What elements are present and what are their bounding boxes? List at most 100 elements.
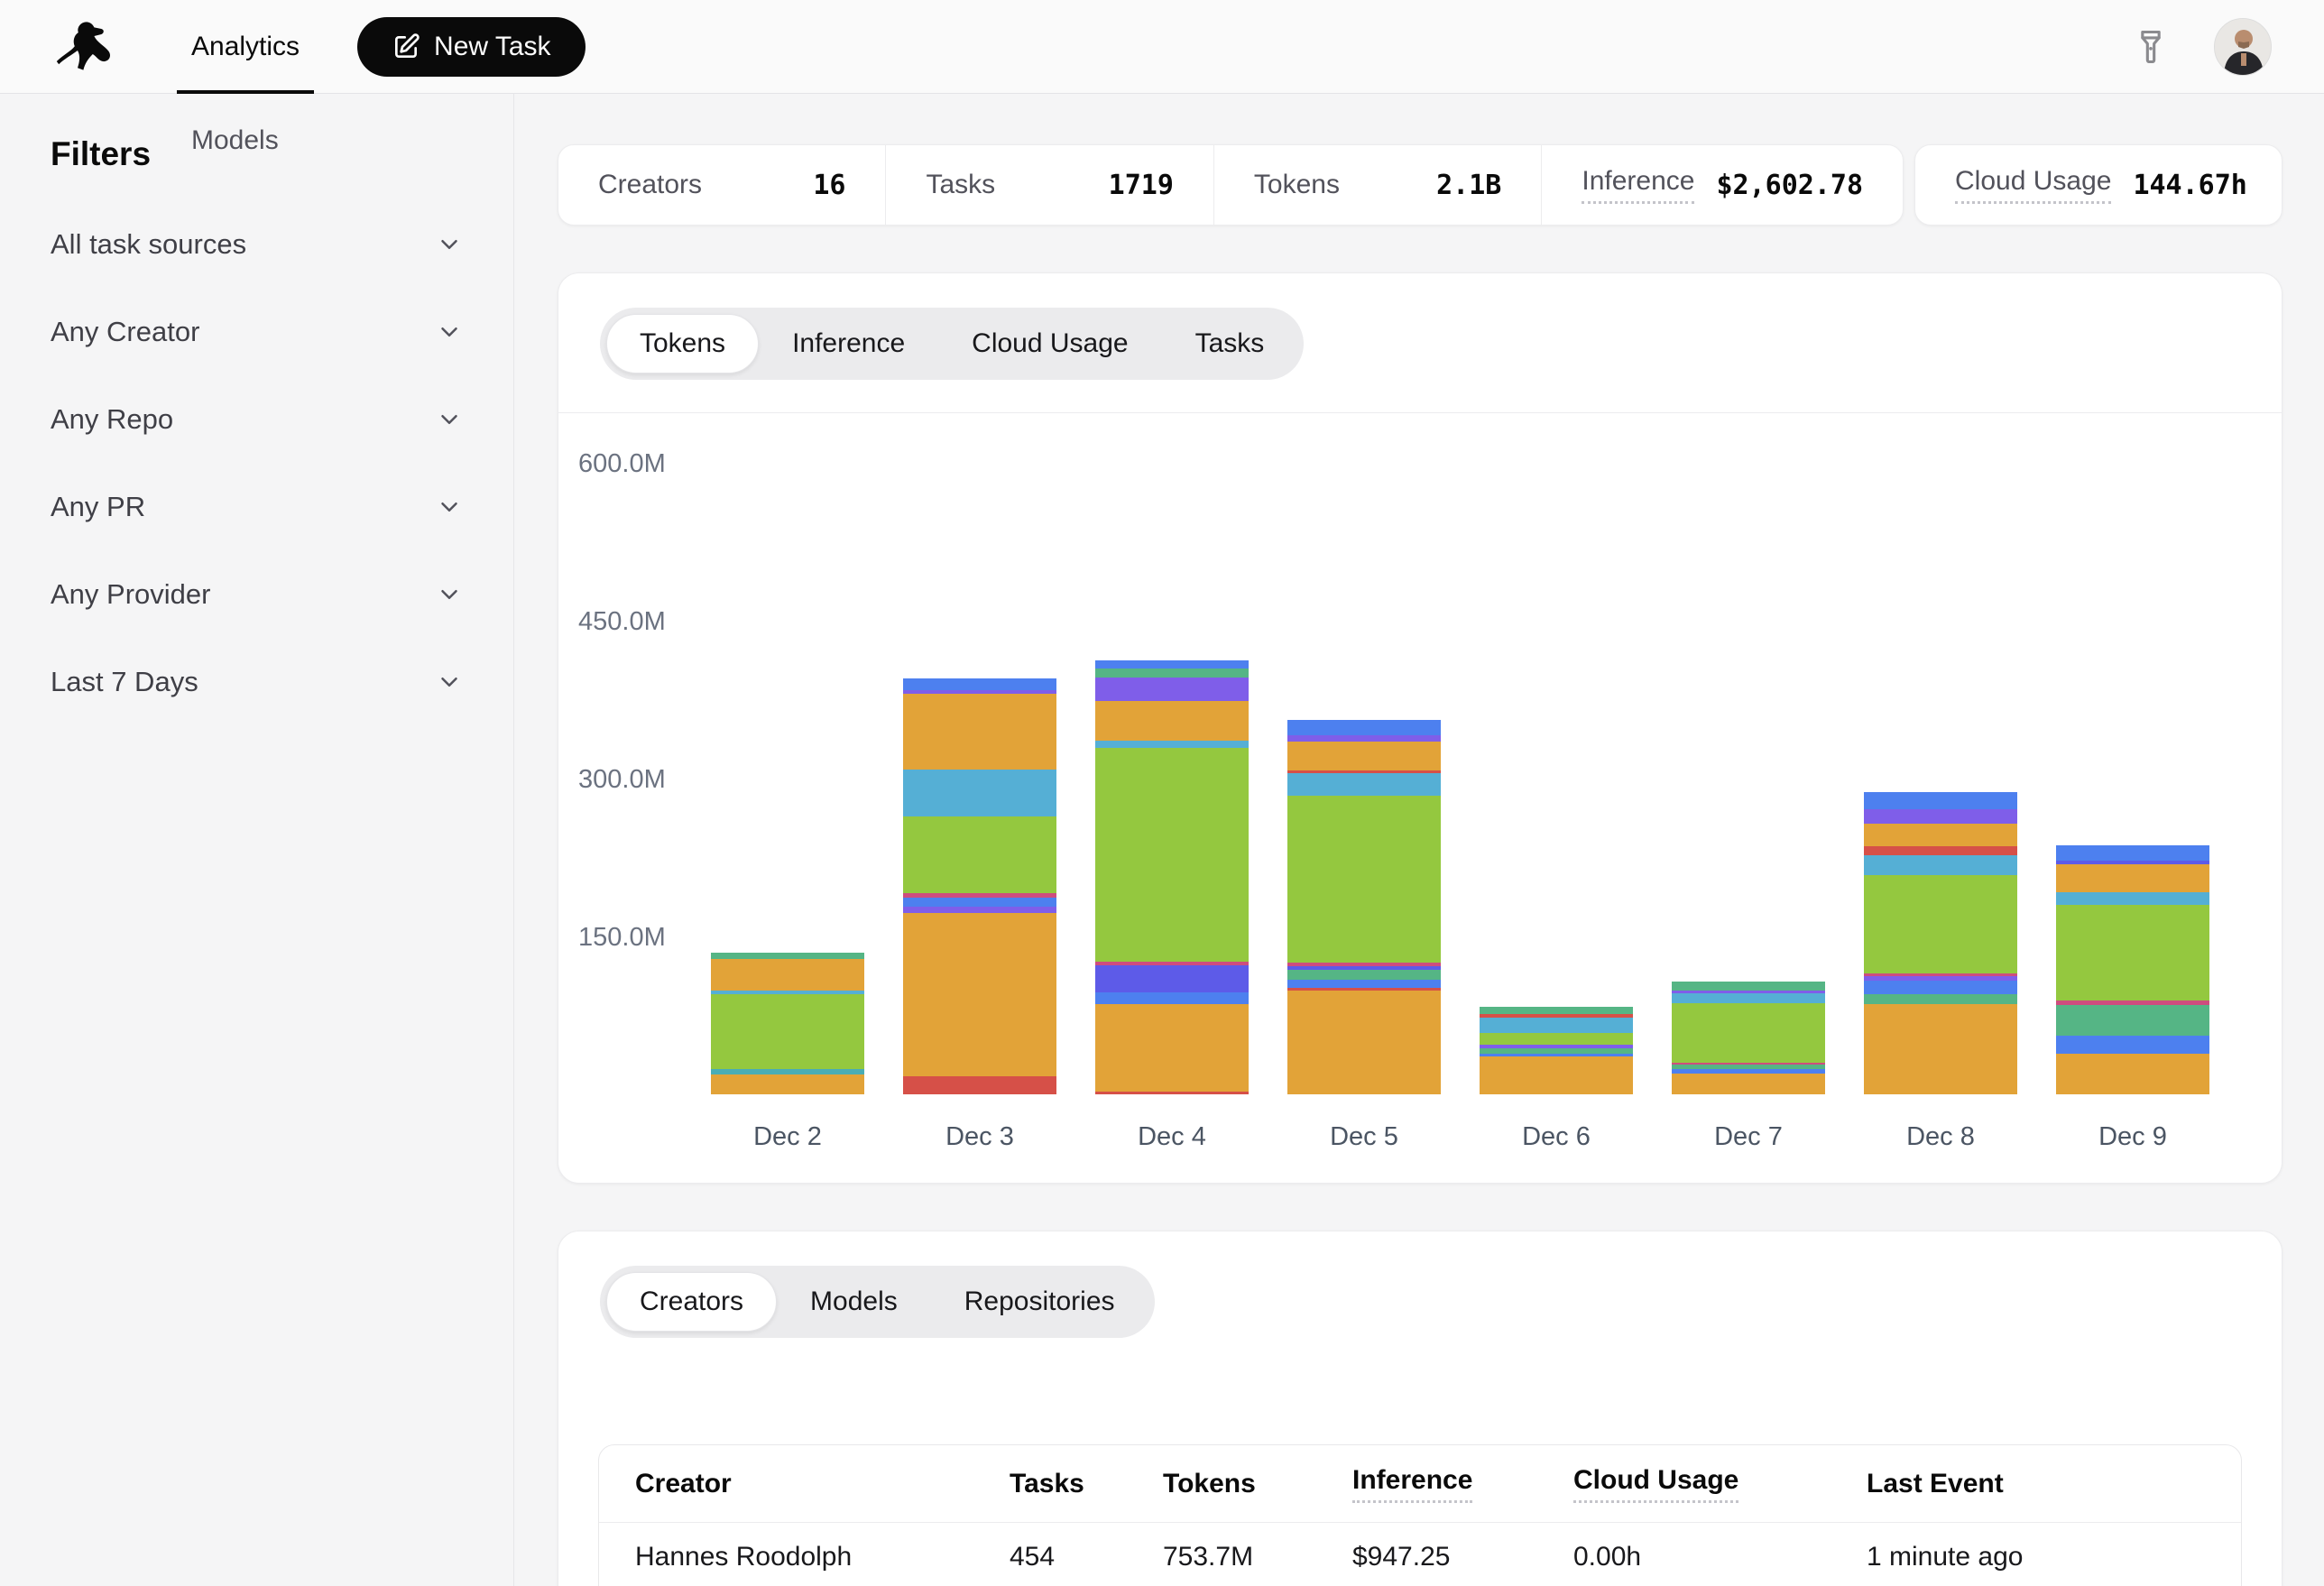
- chevron-down-icon: [436, 581, 463, 608]
- user-avatar[interactable]: [2214, 18, 2272, 76]
- bar-segment-seagreen: [1864, 994, 2017, 1004]
- x-axis-label: Dec 5: [1287, 1122, 1441, 1152]
- bar-dec-9[interactable]: [2056, 845, 2209, 1094]
- breakdown-card: CreatorsModelsRepositories CreatorTasksT…: [558, 1231, 2282, 1586]
- cell-tokens: 753.7M: [1163, 1542, 1352, 1572]
- x-axis-label: Dec 9: [2056, 1122, 2209, 1152]
- bar-segment-orange: [1095, 1004, 1249, 1092]
- filter-dropdown-4[interactable]: Any Provider: [51, 550, 463, 638]
- stacked-bar-chart: 600.0M450.0M300.0M150.0MDec 2Dec 3Dec 4D…: [558, 413, 2282, 1184]
- chart-tab-tokens[interactable]: Tokens: [606, 314, 759, 373]
- cell-creator: Hannes Roodolph: [635, 1542, 1010, 1572]
- bar-dec-4[interactable]: [1095, 660, 1249, 1094]
- flashlight-icon[interactable]: [2131, 27, 2171, 67]
- x-axis-label: Dec 8: [1864, 1122, 2017, 1152]
- column-header-tasks: Tasks: [1010, 1469, 1163, 1499]
- bar-segment-royalblue: [2056, 1036, 2209, 1054]
- nav-item-analytics[interactable]: Analytics: [191, 0, 300, 94]
- bar-segment-seagreen: [711, 953, 864, 959]
- y-axis-tick: 600.0M: [578, 448, 666, 479]
- bar-segment-green: [1095, 748, 1249, 962]
- table-row-0[interactable]: Hannes Roodolph454753.7M$947.250.00h1 mi…: [599, 1523, 2241, 1586]
- column-header-cloud-usage[interactable]: Cloud Usage: [1573, 1465, 1867, 1503]
- bar-segment-violet: [1864, 809, 2017, 824]
- stat-label[interactable]: Inference: [1582, 166, 1694, 204]
- main-content: Creators16Tasks1719Tokens2.1BInference$2…: [514, 94, 2324, 1586]
- bar-segment-orange: [903, 694, 1056, 770]
- bar-segment-orange: [2056, 1054, 2209, 1095]
- bar-segment-seagreen: [1480, 1007, 1633, 1014]
- bar-segment-skyblue: [1672, 993, 1825, 1003]
- bar-segment-royalblue: [1287, 980, 1441, 988]
- bar-dec-5[interactable]: [1287, 720, 1441, 1094]
- bar-segment-skyblue: [903, 770, 1056, 817]
- table-tab-creators[interactable]: Creators: [606, 1272, 777, 1332]
- column-header-label: Cloud Usage: [1573, 1465, 1738, 1503]
- bar-segment-violet: [1287, 735, 1441, 742]
- new-task-button[interactable]: New Task: [357, 17, 586, 77]
- stat-value: $2,602.78: [1716, 170, 1863, 201]
- filter-dropdown-2[interactable]: Any Repo: [51, 375, 463, 463]
- bar-segment-orange: [903, 913, 1056, 1076]
- bar-dec-2[interactable]: [711, 953, 864, 1094]
- stat-cloud-usage: Cloud Usage 144.67h: [1915, 145, 2282, 225]
- bar-segment-skyblue: [1287, 773, 1441, 796]
- bar-segment-orange: [1095, 701, 1249, 741]
- bar-segment-red: [1864, 846, 2017, 856]
- chart-tab-cloud-usage[interactable]: Cloud Usage: [938, 314, 1161, 373]
- bar-segment-skyblue: [2056, 892, 2209, 905]
- chart-tabs-row: TokensInferenceCloud UsageTasks: [558, 273, 2282, 413]
- stats-card-secondary: Cloud Usage 144.67h: [1914, 144, 2282, 226]
- bar-segment-seagreen: [1095, 669, 1249, 678]
- kangaroo-logo[interactable]: [52, 16, 139, 78]
- bar-segment-orange: [711, 959, 864, 991]
- bar-segment-royalblue: [1864, 792, 2017, 809]
- filters-sidebar: Filters All task sourcesAny CreatorAny R…: [0, 94, 514, 1586]
- bar-dec-7[interactable]: [1672, 982, 1825, 1094]
- bar-dec-6[interactable]: [1480, 1007, 1633, 1094]
- filter-dropdown-1[interactable]: Any Creator: [51, 288, 463, 375]
- x-axis-label: Dec 4: [1095, 1122, 1249, 1152]
- stat-value: 144.67h: [2133, 170, 2246, 201]
- bar-segment-skyblue: [1095, 741, 1249, 748]
- bar-segment-indigo: [1095, 965, 1249, 992]
- stat-inference: Inference $2,602.78: [1541, 145, 1903, 225]
- table-tabs: CreatorsModelsRepositories: [600, 1266, 1155, 1338]
- stat-value: 1719: [1109, 170, 1174, 201]
- filter-label: Any Repo: [51, 403, 173, 436]
- bar-segment-royalblue: [1864, 981, 2017, 994]
- stat-label: Tasks: [926, 170, 995, 200]
- table-header-row: CreatorTasksTokensInference Cloud Usage La…: [599, 1445, 2241, 1523]
- stat-label: Creators: [598, 170, 702, 200]
- usage-chart-card: TokensInferenceCloud UsageTasks 600.0M45…: [558, 272, 2282, 1184]
- edit-square-icon: [392, 32, 420, 61]
- chart-tab-tasks[interactable]: Tasks: [1162, 314, 1298, 373]
- column-header-tokens: Tokens: [1163, 1469, 1352, 1499]
- x-axis-label: Dec 3: [903, 1122, 1056, 1152]
- table-tab-repositories[interactable]: Repositories: [931, 1272, 1148, 1332]
- stat-label: Tokens: [1254, 170, 1340, 200]
- bar-dec-8[interactable]: [1864, 792, 2017, 1094]
- nav-item-models[interactable]: Models: [191, 94, 300, 188]
- cell-cloud_usage: 0.00h: [1573, 1542, 1867, 1572]
- bar-segment-violet: [1095, 678, 1249, 701]
- x-axis-label: Dec 7: [1672, 1122, 1825, 1152]
- table-tabs-row: CreatorsModelsRepositories: [598, 1231, 2242, 1370]
- filter-list: All task sourcesAny Creator Any Repo Any P…: [51, 200, 463, 725]
- column-header-label: Inference: [1352, 1465, 1472, 1503]
- column-header-creator: Creator: [635, 1469, 1010, 1499]
- table-tab-models[interactable]: Models: [777, 1272, 931, 1332]
- filter-dropdown-3[interactable]: Any PR: [51, 463, 463, 550]
- filter-dropdown-0[interactable]: All task sources: [51, 200, 463, 288]
- x-axis-label: Dec 2: [711, 1122, 864, 1152]
- filter-dropdown-5[interactable]: Last 7 Days: [51, 638, 463, 725]
- stat-label[interactable]: Cloud Usage: [1955, 166, 2111, 204]
- chevron-down-icon: [436, 318, 463, 346]
- chevron-down-icon: [436, 493, 463, 521]
- bar-dec-3[interactable]: [903, 678, 1056, 1094]
- bar-segment-red: [903, 1076, 1056, 1094]
- bar-segment-seagreen: [1672, 982, 1825, 990]
- column-header-inference[interactable]: Inference: [1352, 1465, 1573, 1503]
- chart-tab-inference[interactable]: Inference: [759, 314, 938, 373]
- column-header-last-event: Last Event: [1867, 1469, 2241, 1499]
